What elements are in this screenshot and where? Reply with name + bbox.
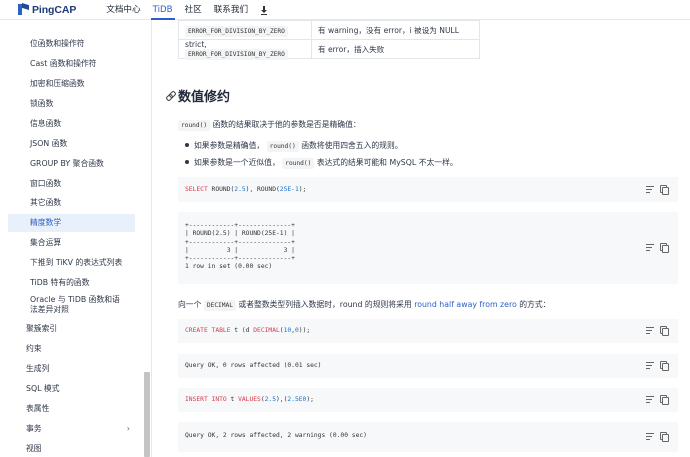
wrap-lines-icon[interactable] — [646, 326, 654, 334]
round-half-away-link[interactable]: round half away from zero — [414, 300, 517, 309]
copy-icon[interactable] — [660, 326, 669, 336]
wrap-lines-icon[interactable] — [646, 432, 654, 440]
code-text: Query OK, 2 rows affected, 2 warnings (0… — [185, 432, 367, 439]
copy-icon[interactable] — [660, 184, 669, 195]
table-cell: 有 warning，没有 error，i 被设为 NULL — [311, 20, 480, 40]
sidebar-item-precision-math[interactable]: 精度数学 — [8, 214, 135, 232]
anchor-link-icon[interactable] — [166, 91, 175, 100]
sidebar-item-label: 事务 — [26, 424, 42, 433]
heading-text: 数值修约 — [178, 90, 231, 105]
sidebar-item-information-functions[interactable]: 信息函数 — [0, 115, 140, 133]
table-row: ERROR_FOR_DIVISION_BY_ZERO 有 warning，没有 … — [178, 20, 480, 40]
table-row: strict, ERROR_FOR_DIVISION_BY_ZERO 有 err… — [178, 39, 480, 60]
sidebar-item-misc-functions[interactable]: 其它函数 — [0, 194, 140, 212]
sidebar-item-transactions[interactable]: 事务 › — [0, 420, 140, 438]
sidebar-item-sql-mode[interactable]: SQL 模式 — [0, 380, 140, 398]
table-cell: strict, ERROR_FOR_DIVISION_BY_ZERO — [178, 39, 312, 60]
table-cell: ERROR_FOR_DIVISION_BY_ZERO — [178, 20, 312, 40]
sidebar-item-json-functions[interactable]: JSON 函数 — [0, 135, 140, 153]
nav-docs-center[interactable]: 文档中心 — [100, 0, 146, 20]
sidebar-item-group-by-functions[interactable]: GROUP BY 聚合函数 — [0, 155, 140, 173]
copy-icon[interactable] — [660, 361, 669, 371]
sidebar-item-tikv-pushdown[interactable]: 下推到 TiKV 的表达式列表 — [0, 254, 140, 272]
list-item: 如果参数是一个近似值， round() 表达式的结果可能和 MySQL 不太一样… — [185, 158, 458, 169]
wrap-lines-icon[interactable] — [646, 185, 654, 193]
pingcap-logo-icon — [18, 3, 29, 16]
table-cell: 有 error，插入失败 — [311, 39, 480, 59]
sidebar-item-bit-functions[interactable]: 位函数和操作符 — [0, 35, 140, 53]
logo-text: PingCAP — [32, 3, 77, 16]
code-block-output: +------------+--------------+ | ROUND(2.… — [178, 212, 678, 284]
sidebar-item-set-operations[interactable]: 集合运算 — [0, 234, 140, 252]
sql-mode-table: ERROR_FOR_DIVISION_BY_ZERO 有 warning，没有 … — [178, 20, 480, 60]
sidebar-item-cast-functions[interactable]: Cast 函数和操作符 — [0, 55, 140, 73]
round-intro-paragraph: round() 函数的结果取决于他的参数是否是精确值： — [178, 119, 361, 131]
copy-icon[interactable] — [660, 432, 669, 442]
code-block: INSERT INTO t VALUES(2.5),(2.5E0); — [178, 388, 678, 412]
code-block-output: Query OK, 2 rows affected, 2 warnings (0… — [178, 422, 678, 452]
nav-contact[interactable]: 联系我们 — [208, 0, 254, 20]
inline-code: ERROR_FOR_DIVISION_BY_ZERO — [185, 49, 288, 60]
sidebar-item-locking-functions[interactable]: 锁函数 — [0, 95, 140, 113]
download-icon[interactable] — [258, 0, 270, 20]
inline-code: ERROR_FOR_DIVISION_BY_ZERO — [185, 25, 288, 37]
section-heading: 数值修约 — [166, 86, 230, 105]
code-block: CREATE TABLE t (d DECIMAL(10,0)); — [178, 319, 678, 343]
sidebar: 位函数和操作符 Cast 函数和操作符 加密和压缩函数 锁函数 信息函数 JSO… — [0, 20, 152, 457]
wrap-lines-icon[interactable] — [646, 395, 654, 403]
code-block: SELECT ROUND(2.5), ROUND(25E-1); — [178, 177, 678, 202]
sidebar-item-window-functions[interactable]: 窗口函数 — [0, 175, 140, 193]
wrap-lines-icon[interactable] — [646, 243, 654, 251]
pingcap-logo[interactable]: PingCAP — [18, 3, 76, 16]
sidebar-item-encryption-functions[interactable]: 加密和压缩函数 — [0, 75, 140, 93]
sidebar-item-constraints[interactable]: 约束 — [0, 340, 140, 358]
chevron-right-icon[interactable]: › — [127, 420, 130, 438]
sidebar-item-oracle-comparison[interactable]: Oracle 与 TiDB 函数和语法差异对照 — [0, 294, 140, 316]
main-content: ERROR_FOR_DIVISION_BY_ZERO 有 warning，没有 … — [152, 20, 678, 457]
decimal-round-paragraph: 向一个 DECIMAL 或者整数类型列插入数据时，round 的规则将采用 ro… — [178, 300, 551, 311]
sidebar-scrollbar[interactable] — [144, 372, 150, 457]
inline-code: round() — [266, 141, 299, 152]
code-block-output: Query OK, 0 rows affected (0.01 sec) — [178, 354, 678, 378]
code-text: +------------+--------------+ | ROUND(2.… — [185, 222, 295, 271]
code-text: SELECT ROUND(2.5), ROUND(25E-1); — [185, 186, 307, 193]
copy-icon[interactable] — [660, 243, 669, 253]
list-item: 如果参数是精确值， round() 函数将使用四舍五入的规则。 — [185, 141, 403, 152]
inline-code: round() — [282, 158, 315, 169]
code-text: INSERT INTO t VALUES(2.5),(2.5E0); — [185, 396, 314, 403]
inline-code: round() — [178, 120, 211, 131]
sidebar-item-table-attributes[interactable]: 表属性 — [0, 400, 140, 418]
inline-code: DECIMAL — [203, 300, 236, 311]
top-navigation: PingCAP 文档中心 TiDB 社区 联系我们 — [0, 0, 690, 20]
page-scrollbar[interactable] — [678, 20, 690, 457]
sidebar-item-tidb-functions[interactable]: TiDB 特有的函数 — [0, 274, 140, 292]
copy-icon[interactable] — [660, 395, 669, 405]
sidebar-item-clustered-index[interactable]: 聚簇索引 — [0, 320, 140, 338]
nav-tidb[interactable]: TiDB — [147, 0, 179, 20]
sidebar-item-views[interactable]: 视图 — [0, 440, 140, 457]
wrap-lines-icon[interactable] — [646, 361, 654, 369]
nav-community[interactable]: 社区 — [179, 0, 208, 20]
code-text: Query OK, 0 rows affected (0.01 sec) — [185, 362, 322, 369]
code-text: CREATE TABLE t (d DECIMAL(10,0)); — [185, 327, 311, 334]
sidebar-item-generated-columns[interactable]: 生成列 — [0, 360, 140, 378]
